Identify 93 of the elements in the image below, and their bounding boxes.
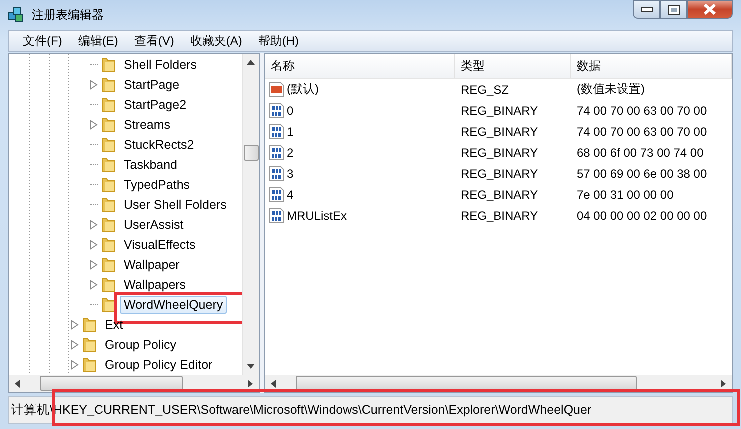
expand-arrow-icon[interactable] [90, 80, 98, 90]
folder-icon [101, 117, 117, 133]
tree-item[interactable]: StartPage [120, 76, 184, 94]
value-name[interactable]: 1 [287, 124, 294, 138]
tree-item[interactable]: Group Policy [101, 336, 181, 354]
value-data: 68 00 6f 00 73 00 74 00 [576, 146, 705, 160]
scroll-left-icon[interactable] [15, 380, 20, 388]
folder-icon [101, 297, 117, 313]
close-icon [703, 4, 717, 15]
folder-icon [101, 77, 117, 93]
value-name[interactable]: 0 [287, 104, 294, 118]
minimize-icon [640, 7, 652, 12]
expand-arrow-icon[interactable] [71, 320, 79, 330]
folder-icon [101, 197, 117, 213]
folder-icon [101, 257, 117, 273]
scroll-down-icon[interactable] [247, 364, 255, 369]
value-type: REG_SZ [460, 82, 510, 96]
expand-arrow-icon[interactable] [90, 280, 98, 290]
expand-arrow-icon[interactable] [90, 220, 98, 230]
value-data: 04 00 00 00 02 00 00 00 [576, 208, 708, 222]
tree-item[interactable]: StartPage2 [120, 96, 191, 114]
folder-icon [101, 137, 117, 153]
registry-cubes-icon [8, 6, 26, 24]
tree-item[interactable]: WordWheelQuery [120, 296, 228, 314]
window-title: 注册表编辑器 [32, 6, 104, 24]
folder-icon [82, 317, 98, 333]
binary-value-icon [269, 144, 285, 160]
tree-item[interactable]: Shell Folders [120, 56, 201, 74]
binary-value-icon [269, 186, 285, 202]
value-data: 57 00 69 00 6e 00 38 00 [576, 166, 708, 180]
maximize-icon [668, 4, 680, 14]
tree-item[interactable]: User Shell Folders [120, 196, 231, 214]
folder-icon [101, 217, 117, 233]
value-data: 74 00 70 00 63 00 70 00 [576, 124, 708, 138]
value-type: REG_BINARY [460, 166, 540, 180]
scroll-right-icon[interactable] [721, 380, 726, 388]
value-data: 74 00 70 00 63 00 70 00 [576, 104, 708, 118]
tree-item[interactable]: TypedPaths [120, 176, 194, 194]
tree-item[interactable]: Group Policy Editor [101, 356, 217, 374]
expand-arrow-icon[interactable] [71, 340, 79, 350]
column-header[interactable]: 名称 [265, 54, 455, 78]
tree-item[interactable]: Ext [101, 316, 128, 334]
folder-icon [101, 57, 117, 73]
value-data: (数值未设置) [576, 81, 646, 98]
folder-icon [101, 177, 117, 193]
scroll-up-icon[interactable] [247, 60, 255, 65]
value-name[interactable]: 2 [287, 146, 294, 160]
column-header[interactable]: 数据 [571, 54, 732, 78]
tree-item[interactable]: Wallpaper [120, 256, 184, 274]
folder-icon [82, 337, 98, 353]
close-button[interactable] [687, 0, 733, 19]
binary-value-icon [269, 166, 285, 182]
value-name[interactable]: 4 [287, 188, 294, 202]
vertical-scrollbar[interactable] [242, 54, 259, 375]
tree-item[interactable]: Wallpapers [120, 276, 190, 294]
value-type: REG_BINARY [460, 104, 540, 118]
maximize-button[interactable] [660, 0, 687, 19]
tree-item[interactable]: VisualEffects [120, 236, 200, 254]
expand-arrow-icon[interactable] [90, 120, 98, 130]
tree-item[interactable]: StuckRects2 [120, 136, 198, 154]
menu-item[interactable]: 编辑(E) [70, 32, 126, 50]
tree-item[interactable]: Streams [120, 116, 175, 134]
value-data: 7e 00 31 00 00 00 [576, 188, 675, 202]
folder-icon [82, 357, 98, 373]
minimize-button[interactable] [633, 0, 660, 19]
value-name[interactable]: MRUListEx [287, 208, 348, 222]
expand-arrow-icon[interactable] [90, 240, 98, 250]
binary-value-icon [269, 208, 285, 224]
menu-item[interactable]: 文件(F) [15, 32, 70, 50]
scroll-right-icon[interactable] [248, 380, 253, 388]
value-name[interactable]: 3 [287, 166, 294, 180]
value-name[interactable]: (默认) [287, 81, 319, 98]
value-type: REG_BINARY [460, 208, 540, 222]
expand-arrow-icon[interactable] [90, 260, 98, 270]
tree-item[interactable]: UserAssist [120, 216, 188, 234]
binary-value-icon [269, 102, 285, 118]
scroll-left-icon[interactable] [271, 380, 276, 388]
expand-arrow-icon[interactable] [71, 360, 79, 370]
menu-item[interactable]: 查看(V) [126, 32, 182, 50]
scroll-thumb[interactable] [244, 145, 258, 161]
tree-item[interactable]: Taskband [120, 156, 182, 174]
folder-icon [101, 97, 117, 113]
value-type: REG_BINARY [460, 124, 540, 138]
folder-icon [101, 157, 117, 173]
folder-icon [101, 277, 117, 293]
value-type: REG_BINARY [460, 188, 540, 202]
menu-item[interactable]: 帮助(H) [250, 32, 307, 50]
column-header[interactable]: 类型 [455, 54, 571, 78]
value-type: REG_BINARY [460, 146, 540, 160]
binary-value-icon [269, 124, 285, 140]
folder-icon [101, 237, 117, 253]
menu-item[interactable]: 收藏夹(A) [182, 32, 250, 50]
string-value-icon [269, 82, 285, 98]
